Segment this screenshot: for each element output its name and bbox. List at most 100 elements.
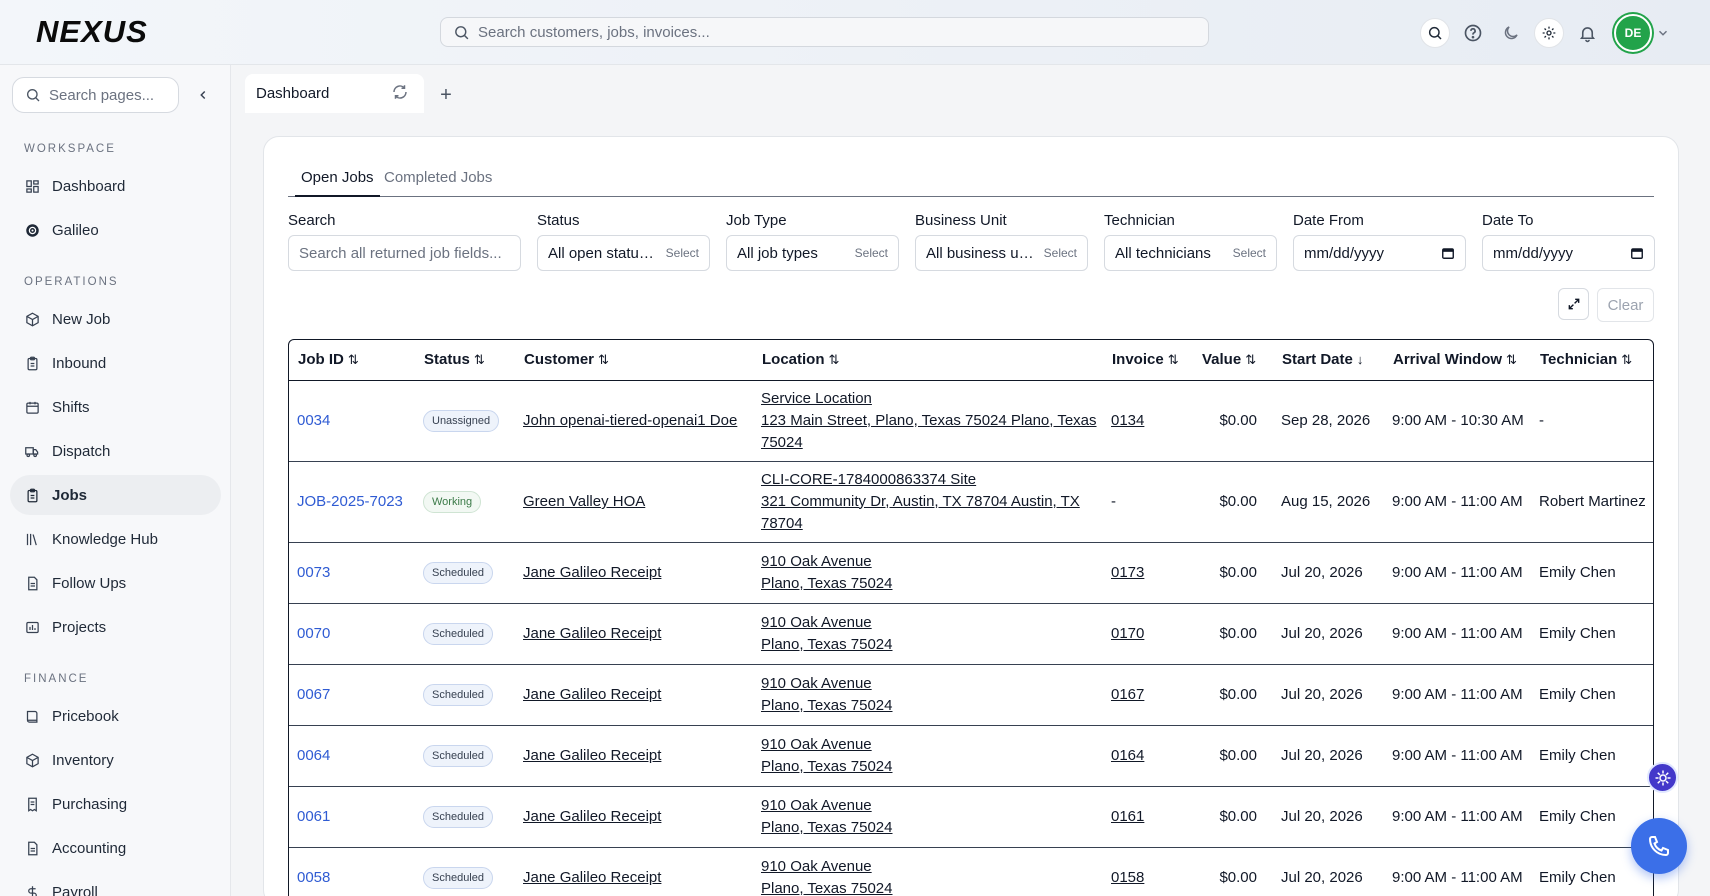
sidebar-item-pricebook[interactable]: Pricebook (10, 696, 221, 736)
job-id-link[interactable]: 0070 (289, 603, 415, 665)
status-badge: Scheduled (423, 744, 493, 767)
job-search-field[interactable] (288, 235, 521, 271)
job-id-link[interactable]: 0034 (289, 380, 415, 462)
notifications-button[interactable] (1572, 18, 1602, 48)
invoice-link[interactable]: 0161 (1111, 808, 1144, 825)
location-cell[interactable]: 910 Oak Avenue Plano, Texas 75024 (753, 847, 1103, 896)
job-id-link[interactable]: 0073 (289, 542, 415, 604)
column-header-technician[interactable]: Technician ⇅ (1531, 340, 1653, 381)
invoice-link[interactable]: 0158 (1111, 869, 1144, 886)
customer-link[interactable]: Jane Galileo Receipt (523, 808, 661, 825)
sidebar-item-knowledge-hub[interactable]: Knowledge Hub (10, 519, 221, 559)
invoice-link[interactable]: 0134 (1111, 412, 1144, 429)
customer-link[interactable]: Jane Galileo Receipt (523, 747, 661, 764)
sidebar-item-dispatch[interactable]: Dispatch (10, 431, 221, 471)
sidebar-item-purchasing[interactable]: Purchasing (10, 784, 221, 824)
column-header-location[interactable]: Location ⇅ (753, 340, 1103, 381)
expand-button[interactable] (1558, 288, 1589, 320)
job-id-link[interactable]: 0064 (289, 725, 415, 787)
column-header-customer[interactable]: Customer ⇅ (515, 340, 753, 381)
sidebar-item-payroll[interactable]: Payroll (10, 872, 221, 896)
column-header-invoice[interactable]: Invoice ⇅ (1103, 340, 1193, 381)
job-id-link[interactable]: JOB-2025-7023 (289, 461, 415, 543)
column-header-start-date[interactable]: Start Date ↓ (1273, 340, 1384, 381)
search-button[interactable] (1420, 18, 1450, 48)
table-row[interactable]: 0070 Scheduled Jane Galileo Receipt 910 … (289, 603, 1653, 665)
sidebar-item-follow-ups[interactable]: Follow Ups (10, 563, 221, 603)
job-id-link[interactable]: 0058 (289, 847, 415, 896)
sidebar-item-jobs[interactable]: Jobs (10, 475, 221, 515)
column-header-status[interactable]: Status ⇅ (415, 340, 515, 381)
column-header-value[interactable]: Value ⇅ (1193, 340, 1273, 381)
customer-link[interactable]: John openai-tiered-openai1 Doe (523, 412, 737, 429)
location-cell[interactable]: 910 Oak Avenue Plano, Texas 75024 (753, 603, 1103, 665)
job-id-link[interactable]: 0067 (289, 664, 415, 726)
date-to-field[interactable]: mm/dd/yyyy (1482, 235, 1655, 271)
user-menu[interactable]: DE (1614, 14, 1670, 52)
clear-filters-button[interactable]: Clear (1597, 288, 1654, 322)
sidebar-item-shifts[interactable]: Shifts (10, 387, 221, 427)
job-id-link[interactable]: 0061 (289, 786, 415, 848)
arrival-window-cell: 9:00 AM - 11:00 AM (1384, 725, 1531, 787)
customer-link[interactable]: Green Valley HOA (523, 493, 645, 510)
invoice-link[interactable]: 0170 (1111, 625, 1144, 642)
tab-completed-jobs[interactable]: Completed Jobs (384, 169, 492, 197)
date-from-field[interactable]: mm/dd/yyyy (1293, 235, 1466, 271)
sidebar-item-inventory[interactable]: Inventory (10, 740, 221, 780)
customer-link[interactable]: Jane Galileo Receipt (523, 869, 661, 886)
location-city: Plano, Texas 75024 (761, 757, 893, 775)
job-type-select[interactable]: All job types Select (726, 235, 899, 271)
refresh-icon[interactable] (391, 83, 409, 101)
nexus-logo[interactable]: NEXUS (36, 17, 224, 45)
tab-open-jobs[interactable]: Open Jobs (295, 169, 380, 197)
customer-link[interactable]: Jane Galileo Receipt (523, 564, 661, 581)
technician-select[interactable]: All technicians Select (1104, 235, 1277, 271)
call-button[interactable] (1631, 818, 1687, 874)
customer-link[interactable]: Jane Galileo Receipt (523, 686, 661, 703)
table-row[interactable]: 0067 Scheduled Jane Galileo Receipt 910 … (289, 664, 1653, 726)
table-row[interactable]: JOB-2025-7023 Working Green Valley HOA C… (289, 461, 1653, 543)
job-search-input[interactable] (299, 244, 510, 262)
sidebar-item-accounting[interactable]: Accounting (10, 828, 221, 868)
location-cell[interactable]: 910 Oak Avenue Plano, Texas 75024 (753, 786, 1103, 848)
business-unit-select[interactable]: All business units Select (915, 235, 1088, 271)
invoice-link[interactable]: 0173 (1111, 564, 1144, 581)
help-button[interactable] (1458, 18, 1488, 48)
table-row[interactable]: 0061 Scheduled Jane Galileo Receipt 910 … (289, 786, 1653, 848)
calendar-icon[interactable] (1630, 246, 1644, 260)
location-cell[interactable]: 910 Oak Avenue Plano, Texas 75024 (753, 542, 1103, 604)
value-cell: $0.00 (1193, 725, 1273, 787)
page-search-input[interactable] (49, 86, 169, 104)
calendar-icon[interactable] (1441, 246, 1455, 260)
add-tab-button[interactable]: + (436, 85, 456, 106)
table-row[interactable]: 0034 Unassigned John openai-tiered-opena… (289, 380, 1653, 462)
table-row[interactable]: 0058 Scheduled Jane Galileo Receipt 910 … (289, 847, 1653, 896)
collapse-sidebar-button[interactable] (193, 85, 213, 105)
location-cell[interactable]: Service Location 123 Main Street, Plano,… (753, 380, 1103, 462)
global-search[interactable] (440, 17, 1209, 47)
status-select[interactable]: All open statuses Select (537, 235, 710, 271)
sidebar-item-inbound[interactable]: Inbound (10, 343, 221, 383)
location-cell[interactable]: 910 Oak Avenue Plano, Texas 75024 (753, 725, 1103, 787)
table-row[interactable]: 0073 Scheduled Jane Galileo Receipt 910 … (289, 542, 1653, 604)
page-search[interactable] (12, 77, 179, 113)
avatar[interactable]: DE (1614, 14, 1652, 52)
dollar-icon (24, 884, 40, 896)
column-header-arrival-window[interactable]: Arrival Window ⇅ (1384, 340, 1531, 381)
settings-button[interactable] (1534, 18, 1564, 48)
sidebar-item-galileo[interactable]: Galileo (10, 210, 221, 250)
global-search-input[interactable] (478, 23, 1158, 41)
location-cell[interactable]: CLI-CORE-1784000863374 Site 321 Communit… (753, 461, 1103, 543)
theme-toggle-button[interactable] (1496, 18, 1526, 48)
assistant-button[interactable] (1647, 762, 1678, 793)
status-cell: Scheduled (415, 725, 515, 787)
sidebar-item-dashboard[interactable]: Dashboard (10, 166, 221, 206)
invoice-link[interactable]: 0164 (1111, 747, 1144, 764)
sidebar-item-projects[interactable]: Projects (10, 607, 221, 647)
column-header-job-id[interactable]: Job ID ⇅ (289, 340, 415, 381)
customer-link[interactable]: Jane Galileo Receipt (523, 625, 661, 642)
invoice-link[interactable]: 0167 (1111, 686, 1144, 703)
location-cell[interactable]: 910 Oak Avenue Plano, Texas 75024 (753, 664, 1103, 726)
sidebar-item-new-job[interactable]: New Job (10, 299, 221, 339)
table-row[interactable]: 0064 Scheduled Jane Galileo Receipt 910 … (289, 725, 1653, 787)
